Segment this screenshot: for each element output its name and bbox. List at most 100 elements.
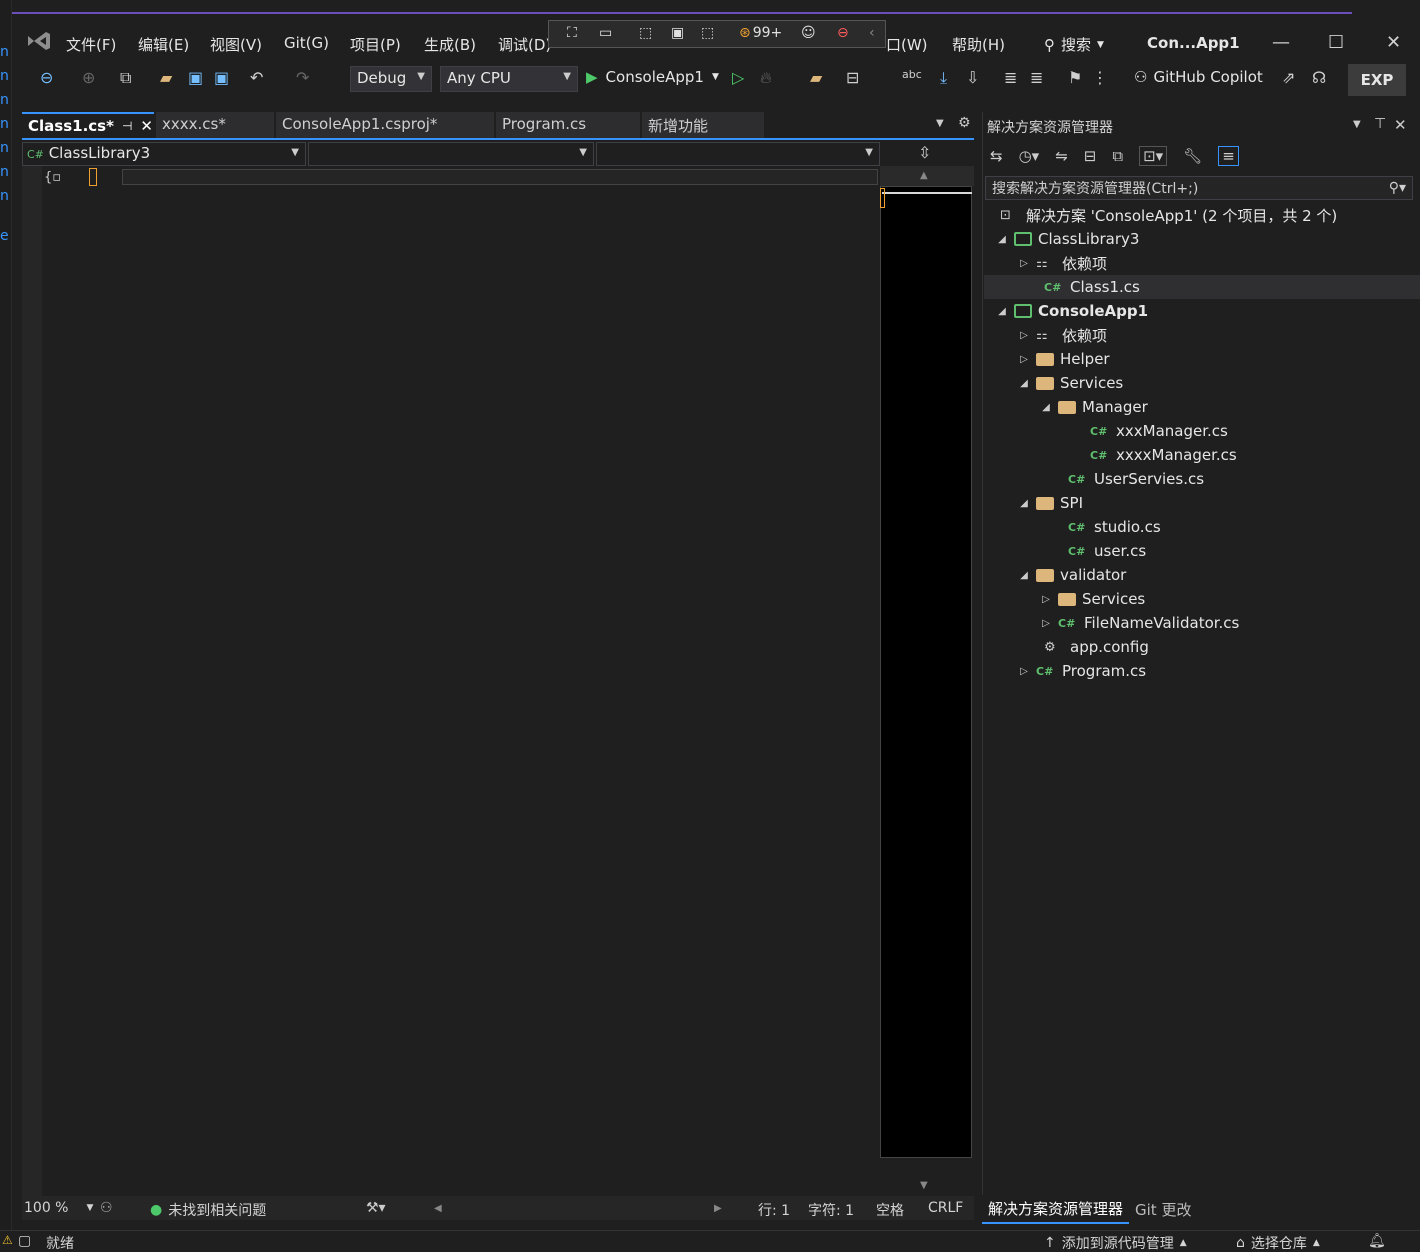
- start-without-debugging-icon[interactable]: ▷: [732, 68, 744, 87]
- code-editor[interactable]: [22, 166, 880, 1196]
- tree-item-classlibrary3[interactable]: ◢ ClassLibrary3: [996, 227, 1139, 251]
- tree-item-program[interactable]: ▷ C# Program.cs: [1018, 659, 1146, 683]
- line-ending-indicator[interactable]: CRLF: [928, 1200, 963, 1216]
- menu-help[interactable]: 帮助(H): [952, 34, 1005, 55]
- search-button[interactable]: ⚲ 搜索 ▼: [1044, 34, 1104, 55]
- member-navigation-select[interactable]: ▼: [596, 142, 880, 166]
- tree-item-app-config[interactable]: ⚙ app.config: [1044, 635, 1149, 659]
- issues-indicator[interactable]: ● 未找到相关问题: [150, 1200, 266, 1220]
- select-repository-button[interactable]: ⌂ 选择仓库 ▲: [1236, 1233, 1320, 1252]
- exp-badge-button[interactable]: EXP: [1348, 64, 1406, 96]
- collapsed-icon[interactable]: ▷: [1018, 330, 1030, 341]
- new-project-icon[interactable]: ⧉: [120, 68, 131, 88]
- bookmark-icon[interactable]: ⚑: [1068, 68, 1082, 87]
- pin-icon[interactable]: ⊣: [122, 119, 132, 133]
- sync-icon[interactable]: ⇋: [1055, 147, 1068, 165]
- tree-item-helper[interactable]: ▷ Helper: [1018, 347, 1109, 371]
- start-debugging-button[interactable]: ▶ ConsoleApp1 ▼: [586, 68, 719, 86]
- configuration-select[interactable]: Debug ▼: [350, 66, 432, 92]
- tree-item-consoleapp1[interactable]: ◢ ConsoleApp1: [996, 299, 1148, 323]
- hot-reload-icon[interactable]: 🔥︎: [760, 68, 772, 88]
- close-window-button[interactable]: ✕: [1386, 32, 1401, 53]
- filter-icon[interactable]: ⊡▾: [1139, 146, 1168, 166]
- preview-icon[interactable]: ≡: [1218, 146, 1239, 166]
- open-file-icon[interactable]: ▰: [160, 68, 172, 87]
- step-over-icon[interactable]: ⤓: [940, 68, 947, 88]
- accessibility-icon[interactable]: ☺: [801, 25, 816, 41]
- display-adorners-icon[interactable]: ▣: [671, 25, 684, 41]
- navigate-back-icon[interactable]: ⊖: [40, 68, 53, 87]
- menu-project[interactable]: 项目(P): [350, 34, 401, 55]
- tree-item-dependencies[interactable]: ▷ ⚏ 依赖项: [1018, 323, 1107, 347]
- collapsed-icon[interactable]: ▷: [1040, 618, 1052, 629]
- track-focus-icon[interactable]: ⬚: [701, 25, 714, 41]
- solution-explorer-icon[interactable]: ▰: [810, 68, 822, 87]
- minimize-button[interactable]: —: [1272, 32, 1290, 53]
- tab-solution-explorer[interactable]: 解决方案资源管理器: [982, 1194, 1130, 1224]
- share-icon[interactable]: ⇗: [1282, 68, 1295, 87]
- scroll-right-icon[interactable]: ▶: [714, 1203, 722, 1214]
- output-icon[interactable]: ▢: [18, 1233, 31, 1249]
- menu-file[interactable]: 文件(F): [66, 34, 116, 55]
- tree-item-userservies[interactable]: C# UserServies.cs: [1068, 467, 1204, 491]
- project-navigation-select[interactable]: C# ClassLibrary3 ▼: [22, 142, 306, 166]
- tab-whats-new[interactable]: 新增功能: [642, 112, 764, 138]
- scroll-left-icon[interactable]: ◀: [434, 1203, 442, 1214]
- outdent-icon[interactable]: ≣: [1030, 68, 1043, 87]
- notifications-bell-icon[interactable]: 🔔︎: [1368, 1233, 1386, 1249]
- collapsed-icon[interactable]: ▷: [1018, 666, 1030, 677]
- zoom-select[interactable]: 100 % ▼: [24, 1200, 94, 1216]
- expanded-icon[interactable]: ◢: [996, 306, 1008, 317]
- menu-edit[interactable]: 编辑(E): [138, 34, 189, 55]
- collapsed-icon[interactable]: ▷: [1018, 258, 1030, 269]
- panel-options-icon[interactable]: ▼: [1353, 119, 1361, 130]
- step-into-icon[interactable]: ⇩: [966, 68, 979, 87]
- type-navigation-select[interactable]: ▼: [308, 142, 594, 166]
- save-icon[interactable]: ▣: [188, 68, 203, 87]
- collapse-toolbar-icon[interactable]: ‹: [869, 25, 875, 41]
- add-to-source-control-button[interactable]: ↑ 添加到源代码管理 ▲: [1044, 1233, 1187, 1252]
- column-indicator[interactable]: 字符: 1: [808, 1200, 854, 1220]
- feedback-icon[interactable]: ☊: [1312, 68, 1326, 87]
- camera-icon[interactable]: ▭: [599, 25, 612, 41]
- spell-check-icon[interactable]: abc: [902, 68, 922, 81]
- tree-item-xxxxmanager[interactable]: C# xxxxManager.cs: [1090, 443, 1237, 467]
- redo-icon[interactable]: ↷: [296, 68, 309, 87]
- tab-program[interactable]: Program.cs: [496, 112, 640, 138]
- tab-overflow-icon[interactable]: ▼: [936, 118, 944, 129]
- pin-icon[interactable]: ⊤: [1374, 116, 1386, 132]
- close-icon[interactable]: ✕: [140, 117, 153, 135]
- line-indicator[interactable]: 行: 1: [758, 1200, 790, 1220]
- tree-item-studio[interactable]: C# studio.cs: [1068, 515, 1161, 539]
- indent-icon[interactable]: ≣: [1004, 68, 1017, 87]
- gear-icon[interactable]: ⚙: [958, 115, 971, 131]
- pending-changes-icon[interactable]: ◷▾: [1019, 147, 1040, 165]
- platform-select[interactable]: Any CPU ▼: [440, 66, 578, 92]
- tab-csproj[interactable]: ConsoleApp1.csproj*: [276, 112, 494, 138]
- scroll-down-icon[interactable]: ▼: [920, 1180, 928, 1191]
- solution-search-input[interactable]: 搜索解决方案资源管理器(Ctrl+;) ⚲▾: [985, 176, 1413, 200]
- editor-find-line[interactable]: [122, 169, 878, 185]
- menu-debug[interactable]: 调试(D): [498, 34, 551, 55]
- tree-item-spi[interactable]: ◢ SPI: [1018, 491, 1083, 515]
- more-toolbar-icon[interactable]: ⋮: [1092, 68, 1108, 87]
- tree-item-dependencies[interactable]: ▷ ⚏ 依赖项: [1018, 251, 1107, 275]
- show-all-files-icon[interactable]: ⧉: [1112, 147, 1123, 165]
- collapsed-icon[interactable]: ▷: [1018, 354, 1030, 365]
- select-element-icon[interactable]: ⬚: [639, 25, 652, 41]
- copilot-status-icon[interactable]: ⚇: [100, 1200, 113, 1216]
- tree-item-solution[interactable]: ⊡ 解决方案 'ConsoleApp1' (2 个项目，共 2 个): [1000, 203, 1337, 227]
- collapse-all-icon[interactable]: ⊟: [1084, 147, 1097, 165]
- tree-item-services[interactable]: ◢ Services: [1018, 371, 1123, 395]
- navigate-forward-icon[interactable]: ⊕: [82, 68, 95, 87]
- expanded-icon[interactable]: ◢: [1040, 402, 1052, 413]
- tree-item-xxxmanager[interactable]: C# xxxManager.cs: [1090, 419, 1228, 443]
- tree-item-class1[interactable]: C# Class1.cs: [1044, 275, 1140, 299]
- expanded-icon[interactable]: ◢: [1018, 570, 1030, 581]
- code-cleanup-icon[interactable]: ⚒▾: [366, 1200, 386, 1216]
- maximize-button[interactable]: ☐: [1328, 32, 1344, 53]
- hot-reload-badge[interactable]: ⊛ 99+: [739, 25, 782, 41]
- tree-item-manager[interactable]: ◢ Manager: [1040, 395, 1148, 419]
- collapsed-icon[interactable]: ▷: [1040, 594, 1052, 605]
- tree-item-filenamevalidator[interactable]: ▷ C# FileNameValidator.cs: [1040, 611, 1239, 635]
